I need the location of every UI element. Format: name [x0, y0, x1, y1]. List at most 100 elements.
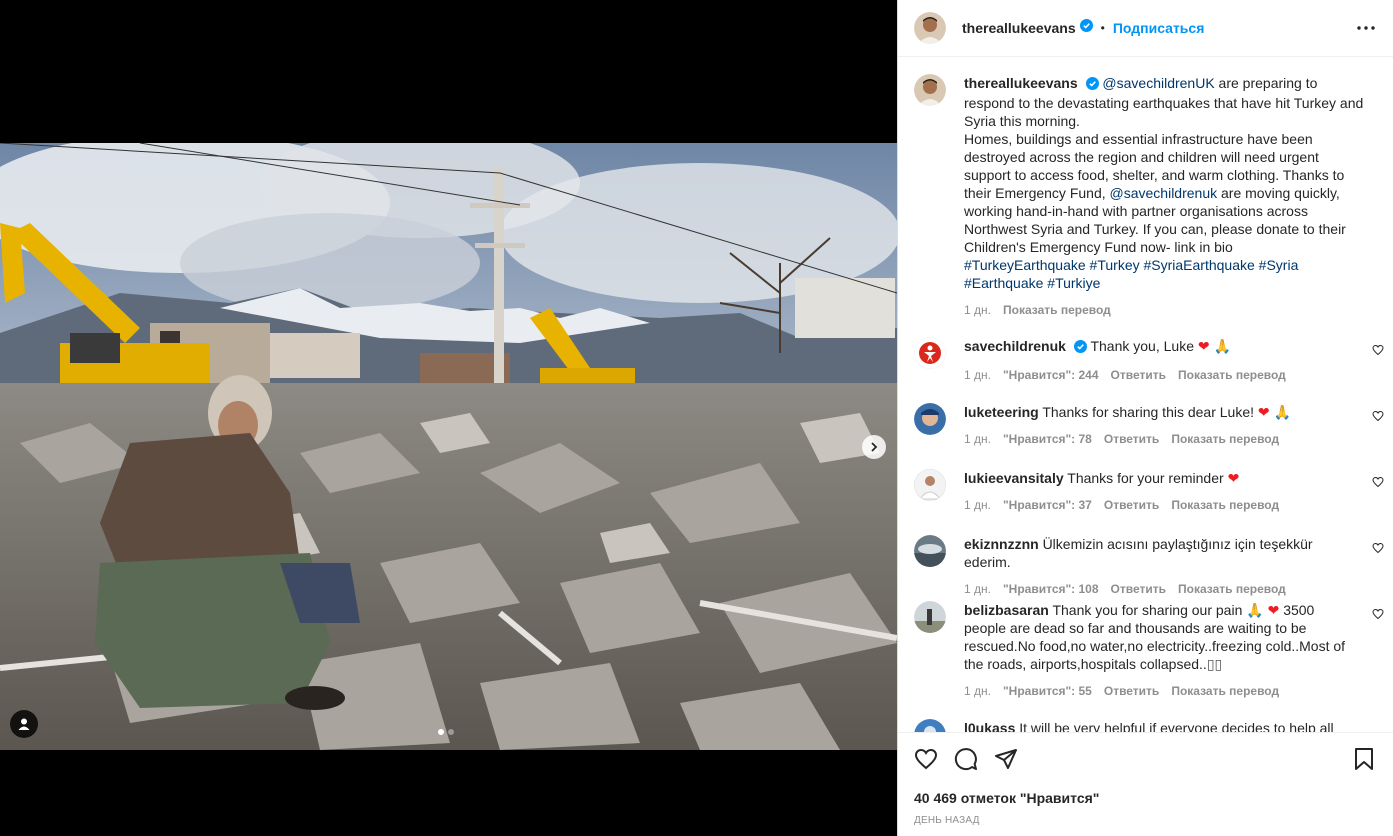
- comment-row: belizbasaran Thank you for sharing our p…: [914, 601, 1384, 700]
- comment-like-button[interactable]: [1372, 409, 1384, 427]
- commenter-avatar[interactable]: [914, 403, 946, 435]
- comment-button[interactable]: [954, 747, 978, 776]
- post-media-area: [0, 0, 897, 836]
- more-horizontal-icon: [1357, 26, 1375, 30]
- paper-plane-icon: [995, 749, 1017, 769]
- comment-username[interactable]: savechildrenuk: [964, 338, 1066, 354]
- action-icons: [914, 747, 1018, 776]
- carousel-dot: [448, 729, 454, 735]
- header-separator: •: [1100, 21, 1105, 35]
- comment-translate-link[interactable]: Показать перевод: [1178, 580, 1286, 598]
- commenter-avatar[interactable]: [914, 535, 946, 567]
- comment-reply-button[interactable]: Ответить: [1111, 366, 1166, 384]
- comment-translate-link[interactable]: Показать перевод: [1171, 430, 1279, 448]
- earthquake-rubble-photo: [0, 143, 897, 750]
- praying-hands-emoji-icon: 🙏: [1213, 338, 1231, 354]
- comment-username[interactable]: belizbasaran: [964, 602, 1049, 618]
- red-heart-emoji-icon: ❤: [1257, 404, 1270, 420]
- comment-username[interactable]: luketeering: [964, 404, 1039, 420]
- comment-row: luketeering Thanks for sharing this dear…: [914, 403, 1384, 448]
- comment-like-button[interactable]: [1372, 343, 1384, 361]
- post-photo[interactable]: [0, 143, 897, 750]
- comment-like-button[interactable]: [1372, 475, 1384, 493]
- comment-time[interactable]: 1 дн.: [964, 682, 991, 700]
- post-header: thereallukeevans • Подписаться: [898, 0, 1393, 57]
- comment-reply-button[interactable]: Ответить: [1104, 682, 1159, 700]
- comment-meta: 1 дн. "Нравится": 244 Ответить Показать …: [964, 366, 1359, 384]
- caption-mention[interactable]: @savechildrenuk: [1110, 185, 1218, 201]
- heart-outline-icon: [1372, 410, 1384, 422]
- comment-like-button[interactable]: [1372, 607, 1384, 625]
- author-username[interactable]: thereallukeevans: [962, 20, 1076, 36]
- next-photo-button[interactable]: [862, 435, 886, 459]
- caption-hashtags[interactable]: #TurkeyEarthquake #Turkey #SyriaEarthqua…: [964, 257, 1298, 291]
- comment-time[interactable]: 1 дн.: [964, 496, 991, 514]
- red-heart-emoji-icon: ❤: [1227, 470, 1240, 486]
- follow-button[interactable]: Подписаться: [1113, 20, 1205, 36]
- carousel-indicator: [438, 729, 454, 735]
- like-button[interactable]: [914, 747, 938, 776]
- commenter-avatar[interactable]: [914, 719, 946, 732]
- commenter-avatar[interactable]: [914, 469, 946, 501]
- comment-text: lukieevansitaly Thanks for your reminder…: [964, 469, 1359, 487]
- comment-username[interactable]: ekiznnzznn: [964, 536, 1039, 552]
- comment-username[interactable]: lukieevansitaly: [964, 470, 1064, 486]
- heart-outline-icon: [1372, 344, 1384, 356]
- comments-list[interactable]: thereallukeevans @savechildrenUK are pre…: [898, 58, 1393, 732]
- comment-content: Thank you for sharing our pain: [1052, 602, 1243, 618]
- bookmark-icon: [1355, 748, 1373, 770]
- praying-hands-emoji-icon: 🙏: [1246, 602, 1264, 618]
- missing-glyph-icon: ▯▯: [1206, 656, 1223, 672]
- verified-badge-icon: [1079, 19, 1093, 37]
- caption-username[interactable]: thereallukeevans: [964, 75, 1078, 91]
- comment-time[interactable]: 1 дн.: [964, 580, 991, 598]
- comment-username[interactable]: l0ukass: [964, 720, 1015, 732]
- commenter-avatar[interactable]: [914, 337, 946, 369]
- comment-time[interactable]: 1 дн.: [964, 366, 991, 384]
- user-tag-icon: [18, 718, 30, 730]
- comment-row: l0ukass It will be very helpful if every…: [914, 719, 1384, 732]
- post-likes-count[interactable]: 40 469 отметок "Нравится": [914, 790, 1099, 806]
- comment-likes-count[interactable]: "Нравится": 55: [1003, 682, 1092, 700]
- author-avatar[interactable]: [914, 12, 946, 44]
- post-actions-bar: 40 469 отметок "Нравится" ДЕНЬ НАЗАД: [898, 732, 1393, 836]
- verified-badge-icon: [1073, 339, 1087, 357]
- save-button[interactable]: [1354, 747, 1374, 776]
- carousel-dot-active: [438, 729, 444, 735]
- comment-like-button[interactable]: [1372, 541, 1384, 559]
- red-heart-emoji-icon: ❤: [1197, 338, 1210, 354]
- comment-content: It will be very helpful if everyone deci…: [1019, 720, 1334, 732]
- tagged-users-button[interactable]: [10, 710, 38, 738]
- verified-badge-icon: [1085, 76, 1099, 94]
- comment-text: l0ukass It will be very helpful if every…: [964, 719, 1359, 732]
- comment-text: savechildrenuk Thank you, Luke ❤ 🙏: [964, 337, 1359, 357]
- comment-likes-count[interactable]: "Нравится": 244: [1003, 366, 1099, 384]
- comment-text: belizbasaran Thank you for sharing our p…: [964, 601, 1359, 673]
- comment-translate-link[interactable]: Показать перевод: [1171, 682, 1279, 700]
- comment-likes-count[interactable]: "Нравится": 37: [1003, 496, 1092, 514]
- commenter-avatar[interactable]: [914, 601, 946, 633]
- comment-reply-button[interactable]: Ответить: [1104, 430, 1159, 448]
- share-button[interactable]: [994, 747, 1018, 776]
- author-avatar[interactable]: [914, 74, 946, 106]
- caption-text: thereallukeevans @savechildrenUK are pre…: [964, 74, 1364, 292]
- comment-time[interactable]: 1 дн.: [964, 430, 991, 448]
- caption-translate-link[interactable]: Показать перевод: [1003, 301, 1111, 319]
- more-options-button[interactable]: [1354, 16, 1378, 40]
- comment-translate-link[interactable]: Показать перевод: [1171, 496, 1279, 514]
- comment-likes-count[interactable]: "Нравится": 108: [1003, 580, 1099, 598]
- caption-mention[interactable]: @savechildrenUK: [1102, 75, 1214, 91]
- comment-translate-link[interactable]: Показать перевод: [1178, 366, 1286, 384]
- post-timestamp[interactable]: ДЕНЬ НАЗАД: [914, 815, 980, 826]
- comment-row: savechildrenuk Thank you, Luke ❤ 🙏 1 дн.…: [914, 337, 1384, 384]
- comment-meta: 1 дн. "Нравится": 37 Ответить Показать п…: [964, 496, 1359, 514]
- heart-outline-icon: [914, 748, 938, 770]
- comment-reply-button[interactable]: Ответить: [1111, 580, 1166, 598]
- caption-row: thereallukeevans @savechildrenUK are pre…: [914, 74, 1384, 319]
- comment-likes-count[interactable]: "Нравится": 78: [1003, 430, 1092, 448]
- instagram-post-modal: thereallukeevans • Подписаться thereallu…: [0, 0, 1393, 836]
- chevron-right-icon: [871, 442, 878, 452]
- comment-row: lukieevansitaly Thanks for your reminder…: [914, 469, 1384, 514]
- comment-reply-button[interactable]: Ответить: [1104, 496, 1159, 514]
- caption-time[interactable]: 1 дн.: [964, 301, 991, 319]
